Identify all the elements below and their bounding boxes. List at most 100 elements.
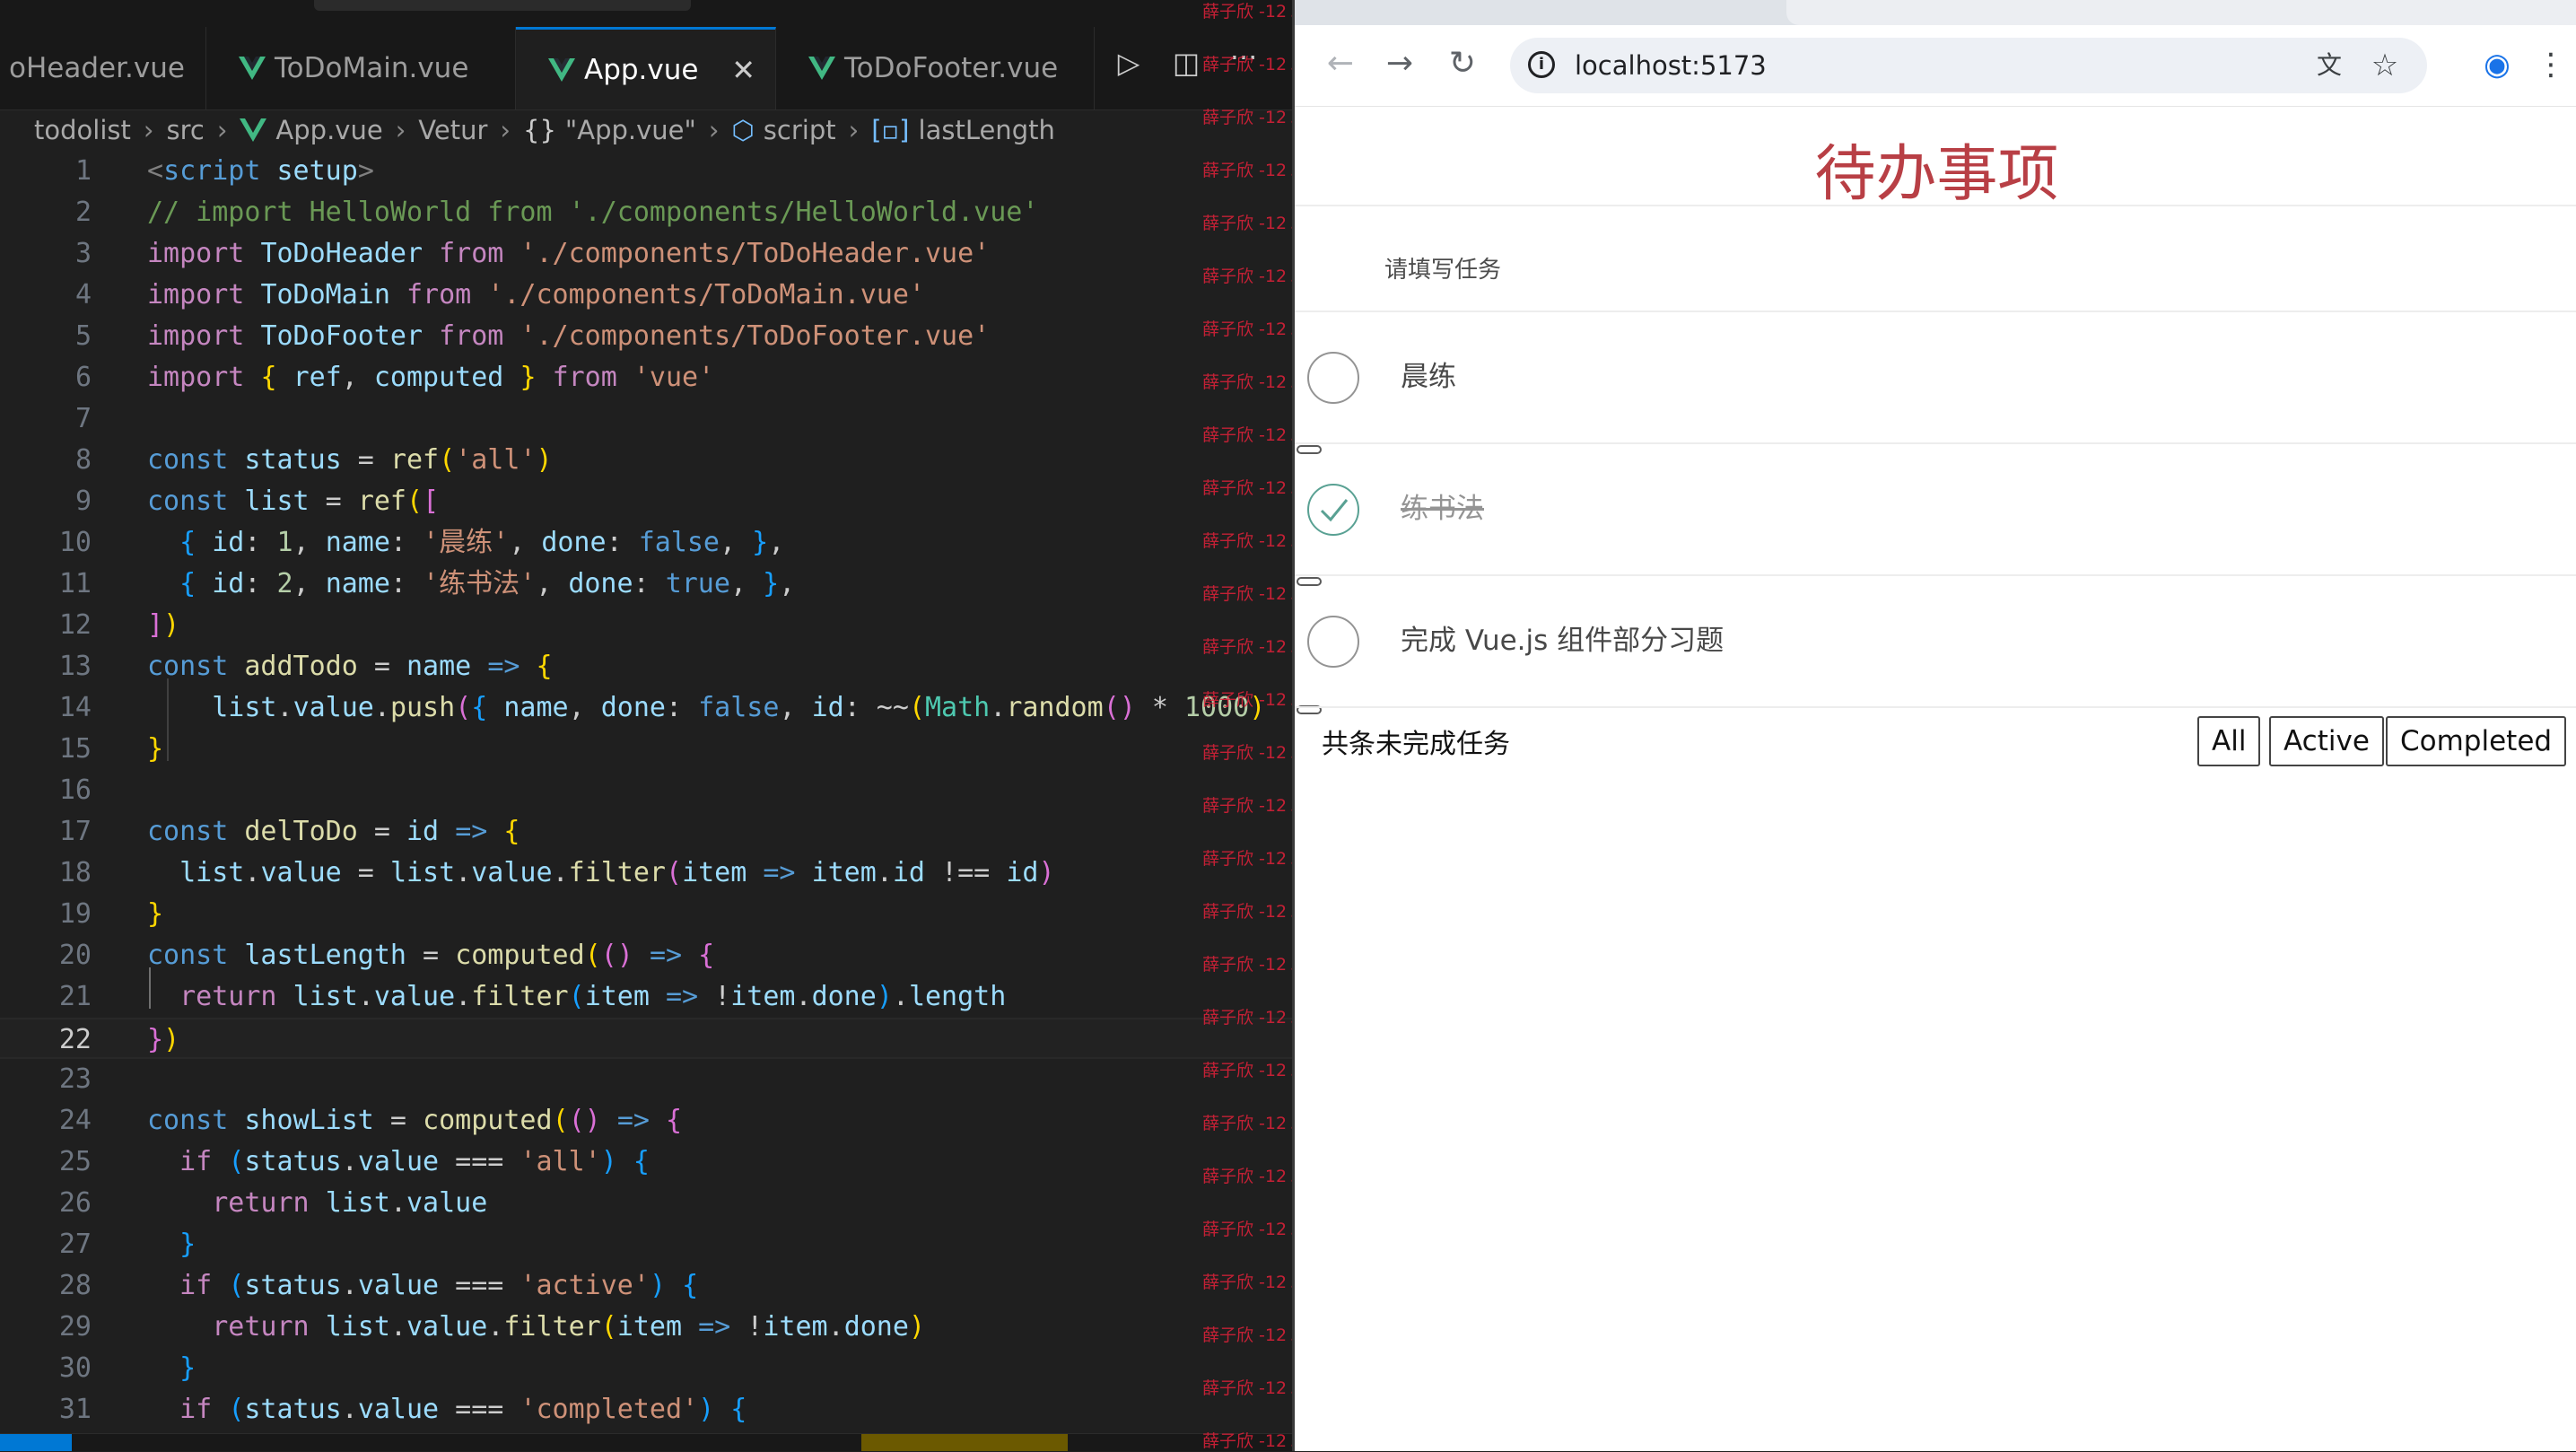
todo-item: 完成 Vue.js 组件部分习题 bbox=[1295, 576, 2576, 714]
remote-indicator[interactable] bbox=[0, 1434, 72, 1451]
code-line: 8 const status = ref('all') bbox=[0, 440, 1292, 481]
breadcrumb-item[interactable]: script bbox=[764, 115, 836, 145]
todo-checkbox[interactable] bbox=[1307, 616, 1359, 668]
run-icon[interactable]: ▷ bbox=[1111, 45, 1147, 81]
chevron-right-icon: › bbox=[848, 115, 860, 145]
line-number: 8 bbox=[74, 444, 92, 476]
split-editor-icon[interactable]: ◫ bbox=[1168, 45, 1204, 81]
line-number: 27 bbox=[58, 1229, 92, 1260]
line-number: 29 bbox=[58, 1311, 92, 1343]
vue-icon bbox=[808, 57, 835, 80]
status-warning-item[interactable] bbox=[861, 1434, 1068, 1451]
reload-icon[interactable]: ↻ bbox=[1440, 41, 1485, 86]
watermark-left-text: 薛子欣 -12 bbox=[1202, 531, 1288, 551]
close-icon[interactable]: ✕ bbox=[731, 53, 755, 87]
code-line: 3 import ToDoHeader from './components/To… bbox=[0, 233, 1292, 275]
breadcrumb-item[interactable]: Vetur bbox=[418, 115, 487, 145]
vue-icon bbox=[548, 57, 575, 82]
watermark-left-text: 薛子欣 -12 bbox=[1202, 319, 1288, 339]
command-center[interactable] bbox=[314, 0, 691, 11]
code-line: 13 const addTodo = name => { bbox=[0, 646, 1292, 687]
code-line: 27 } bbox=[0, 1224, 1292, 1265]
code-line: 25 if (status.value === 'all') { bbox=[0, 1141, 1292, 1183]
code-line: 5 import ToDoFooter from './components/To… bbox=[0, 316, 1292, 357]
watermark-left-text: 薛子欣 -12 bbox=[1202, 743, 1288, 763]
tab-todofooter[interactable]: ToDoFooter.vue bbox=[776, 27, 1095, 109]
back-icon[interactable]: ← bbox=[1318, 41, 1363, 86]
line-number: 7 bbox=[74, 403, 92, 434]
forward-icon[interactable]: → bbox=[1377, 41, 1422, 86]
todo-checkbox[interactable] bbox=[1307, 352, 1359, 404]
line-number: 5 bbox=[74, 320, 92, 352]
line-number: 17 bbox=[58, 816, 92, 847]
code-line: 31 if (status.value === 'completed') { bbox=[0, 1389, 1292, 1430]
breadcrumb-item[interactable]: todolist bbox=[34, 115, 131, 145]
watermark-left-text: 薛子欣 -12 bbox=[1202, 796, 1288, 816]
filter-active-button[interactable]: Active bbox=[2269, 716, 2384, 766]
tab-todomain[interactable]: ToDoMain.vue bbox=[206, 27, 516, 109]
translate-icon[interactable]: 文 bbox=[2312, 48, 2346, 83]
bookmark-star-icon[interactable]: ☆ bbox=[2368, 48, 2402, 83]
todo-label[interactable]: 练书法 bbox=[1401, 444, 1484, 574]
todo-checkbox-checked[interactable] bbox=[1307, 484, 1359, 536]
code-line: 15} bbox=[0, 729, 1292, 770]
chevron-right-icon: › bbox=[143, 115, 154, 145]
line-number: 4 bbox=[74, 279, 92, 311]
tab-label: oHeader.vue bbox=[9, 52, 185, 84]
url-text[interactable]: localhost:5173 bbox=[1575, 38, 1767, 93]
code-line: 1 <script setup> bbox=[0, 151, 1292, 192]
watermark-left-text: 薛子欣 -12 bbox=[1202, 902, 1288, 922]
address-bar[interactable]: i localhost:5173 文 ☆ bbox=[1510, 38, 2427, 93]
page-title: 待办事项 bbox=[1814, 139, 2059, 210]
vue-icon bbox=[239, 57, 266, 80]
watermark-left-text: 薛子欣 -12 bbox=[1202, 108, 1288, 127]
line-number: 28 bbox=[58, 1270, 92, 1301]
breadcrumb-item[interactable]: App.vue bbox=[275, 115, 382, 145]
watermark-left-text: 薛子欣 -12 bbox=[1202, 478, 1288, 498]
line-number: 9 bbox=[74, 485, 92, 517]
code-line: 2// import HelloWorld from './components… bbox=[0, 192, 1292, 233]
line-number: 16 bbox=[58, 774, 92, 806]
indent-guide bbox=[149, 967, 151, 1009]
watermark-left-text: 薛子欣 -12 bbox=[1202, 637, 1288, 657]
profile-icon[interactable]: ◉ bbox=[2476, 43, 2519, 86]
menu-icon[interactable]: ⋮ bbox=[2529, 43, 2572, 86]
code-line: 26 return list.value bbox=[0, 1183, 1292, 1224]
code-line: 29 return list.value.filter(item => !ite… bbox=[0, 1307, 1292, 1348]
line-number: 23 bbox=[58, 1063, 92, 1095]
variable-icon: [▫] bbox=[871, 115, 910, 145]
breadcrumb-item[interactable]: lastLength bbox=[919, 115, 1055, 145]
divider bbox=[1295, 706, 2576, 708]
editor-title-bar bbox=[0, 0, 1292, 27]
watermark-left-text: 薛子欣 -12 bbox=[1202, 849, 1288, 869]
todo-item: 晨练 bbox=[1295, 312, 2576, 454]
breadcrumb-item[interactable]: src bbox=[166, 115, 204, 145]
tab-todoheader[interactable]: oHeader.vue bbox=[0, 27, 206, 109]
line-number: 20 bbox=[58, 940, 92, 971]
line-number: 26 bbox=[58, 1187, 92, 1219]
filter-all-button[interactable]: All bbox=[2197, 716, 2261, 766]
tab-label: ToDoMain.vue bbox=[275, 52, 469, 84]
line-number: 24 bbox=[58, 1105, 92, 1136]
line-number: 12 bbox=[58, 609, 92, 641]
browser-window: ← → ↻ i localhost:5173 文 ☆ ◉ ⋮ 待办事项 晨练 练… bbox=[1292, 0, 2576, 1451]
tab-app-vue[interactable]: App.vue ✕ bbox=[516, 27, 776, 109]
code-line: 19} bbox=[0, 894, 1292, 935]
site-info-icon[interactable]: i bbox=[1528, 51, 1555, 78]
browser-tab[interactable] bbox=[1786, 0, 2576, 25]
code-line: 24 const showList = computed(() => { bbox=[0, 1100, 1292, 1141]
filter-completed-button[interactable]: Completed bbox=[2386, 716, 2567, 766]
line-number: 3 bbox=[74, 238, 92, 269]
new-todo-input[interactable] bbox=[1383, 242, 2283, 298]
todo-label[interactable]: 完成 Vue.js 组件部分习题 bbox=[1401, 576, 1724, 706]
line-number: 10 bbox=[58, 527, 92, 558]
line-number: 13 bbox=[58, 651, 92, 682]
todo-item: 练书法 bbox=[1295, 444, 2576, 586]
watermark-left-text: 薛子欣 -12 bbox=[1202, 1220, 1288, 1239]
chevron-right-icon: › bbox=[500, 115, 511, 145]
browser-tab-strip bbox=[1295, 0, 2576, 25]
todo-label[interactable]: 晨练 bbox=[1401, 312, 1456, 442]
watermark-left-text: 薛子欣 -12 bbox=[1202, 1325, 1288, 1345]
breadcrumb-item[interactable]: "App.vue" bbox=[565, 115, 696, 145]
code-line: 9 const list = ref([ bbox=[0, 481, 1292, 522]
